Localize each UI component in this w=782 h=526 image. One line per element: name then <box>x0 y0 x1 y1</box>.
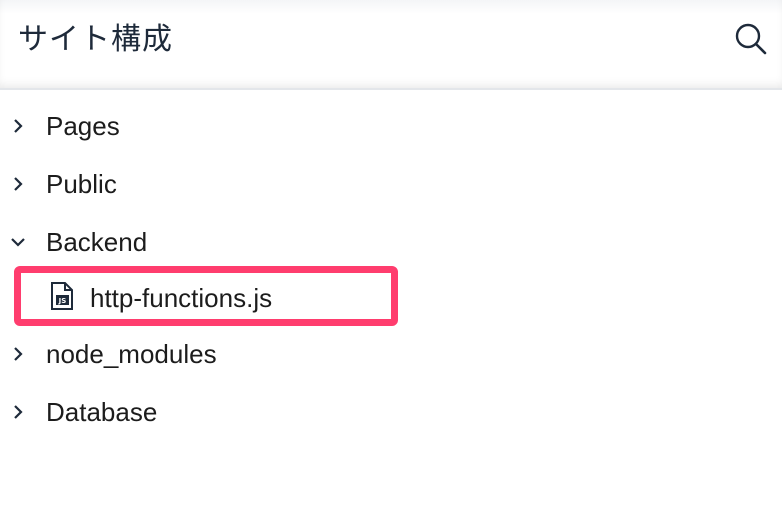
site-structure-panel: サイト構成 Pages Public Backend JS http-funct… <box>0 0 782 526</box>
tree-item-node-modules[interactable]: node_modules <box>0 334 782 374</box>
panel-title: サイト構成 <box>18 23 173 56</box>
js-file-icon: JS <box>51 282 73 310</box>
chevron-right-icon <box>14 119 23 133</box>
tree-item-label: Database <box>46 397 158 427</box>
chevron-down-icon <box>11 238 25 247</box>
tree-item-backend[interactable]: Backend <box>0 222 782 262</box>
tree-item-pages[interactable]: Pages <box>0 106 782 146</box>
tree-file-label: http-functions.js <box>90 283 273 313</box>
svg-text:JS: JS <box>58 297 67 305</box>
search-icon <box>735 23 767 55</box>
chevron-right-icon <box>14 177 23 191</box>
search-button[interactable] <box>734 22 768 56</box>
chevron-right-icon <box>14 347 23 361</box>
tree-item-label: Backend <box>46 227 148 257</box>
tree-item-label: Pages <box>46 111 120 141</box>
tree-item-label: Public <box>46 169 117 199</box>
chevron-right-icon <box>14 405 23 419</box>
tree-item-public[interactable]: Public <box>0 164 782 204</box>
tree-item-database[interactable]: Database <box>0 392 782 432</box>
tree-item-label: node_modules <box>46 339 217 369</box>
panel-header: サイト構成 <box>0 0 782 90</box>
tree-file-http-functions[interactable]: JS http-functions.js <box>24 276 382 318</box>
